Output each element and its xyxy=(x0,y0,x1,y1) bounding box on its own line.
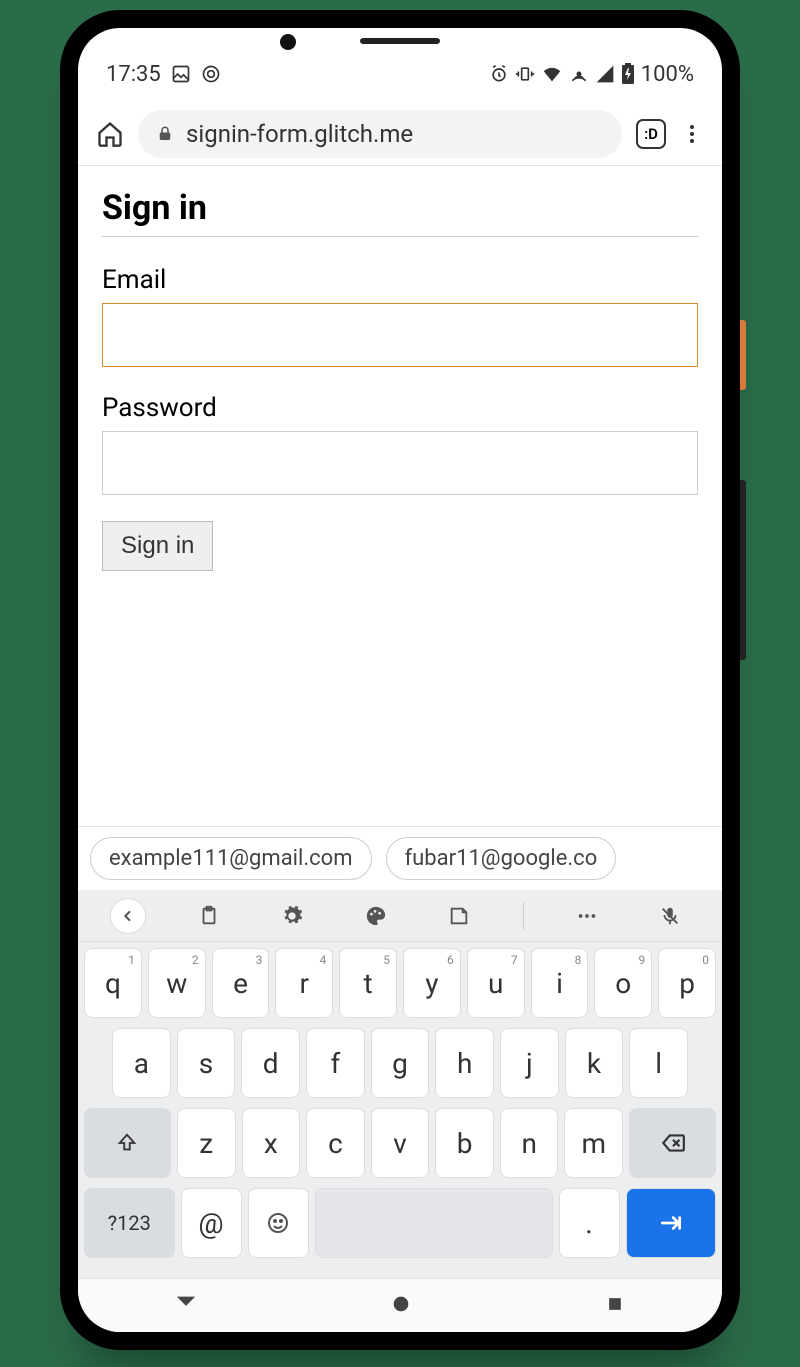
hotspot-icon xyxy=(569,64,589,84)
key-d[interactable]: d xyxy=(241,1028,300,1098)
key-z[interactable]: z xyxy=(177,1108,236,1178)
key-t[interactable]: 5t xyxy=(339,948,397,1018)
battery-charging-icon xyxy=(621,63,635,85)
keyboard-row-4: ?123 @ . xyxy=(84,1188,716,1258)
key-m[interactable]: m xyxy=(564,1108,623,1178)
autofill-suggestions: example111@gmail.com fubar11@google.co xyxy=(78,826,722,890)
home-nav-icon[interactable] xyxy=(390,1293,412,1319)
palette-icon[interactable] xyxy=(356,896,396,936)
key-q[interactable]: 1q xyxy=(84,948,142,1018)
suggestion-chip[interactable]: example111@gmail.com xyxy=(90,837,372,880)
key-s[interactable]: s xyxy=(177,1028,236,1098)
vibrate-icon xyxy=(515,64,535,84)
key-c[interactable]: c xyxy=(306,1108,365,1178)
enter-key[interactable] xyxy=(626,1188,717,1258)
shift-key[interactable] xyxy=(84,1108,171,1178)
data-saver-icon xyxy=(201,64,221,84)
key-l[interactable]: l xyxy=(629,1028,688,1098)
sticker-icon[interactable] xyxy=(439,896,479,936)
key-w[interactable]: 2w xyxy=(148,948,206,1018)
battery-level: 100% xyxy=(641,62,694,87)
password-field[interactable] xyxy=(102,431,698,495)
keyboard-row-2: asdfghjkl xyxy=(84,1028,716,1098)
alarm-icon xyxy=(489,64,509,84)
period-key[interactable]: . xyxy=(559,1188,620,1258)
page-content: Sign in Email Password Sign in xyxy=(78,166,722,826)
front-camera xyxy=(280,34,296,50)
space-key[interactable] xyxy=(315,1188,553,1258)
at-key[interactable]: @ xyxy=(181,1188,242,1258)
keyboard-toolbar xyxy=(78,890,722,942)
on-screen-keyboard: 1q2w3e4r5t6y7u8i9o0p asdfghjkl zxcvbnm ?… xyxy=(78,890,722,1278)
key-f[interactable]: f xyxy=(306,1028,365,1098)
volume-button xyxy=(740,480,746,660)
key-r[interactable]: 4r xyxy=(275,948,333,1018)
signin-button[interactable]: Sign in xyxy=(102,521,213,571)
email-label: Email xyxy=(102,265,698,295)
url-text: signin-form.glitch.me xyxy=(186,120,413,148)
clipboard-icon[interactable] xyxy=(189,896,229,936)
menu-dots-icon[interactable] xyxy=(680,122,704,146)
key-e[interactable]: 3e xyxy=(212,948,270,1018)
key-b[interactable]: b xyxy=(435,1108,494,1178)
android-navbar xyxy=(78,1278,722,1332)
key-u[interactable]: 7u xyxy=(467,948,525,1018)
signal-icon xyxy=(595,64,615,84)
keyboard-row-1: 1q2w3e4r5t6y7u8i9o0p xyxy=(84,948,716,1018)
key-n[interactable]: n xyxy=(500,1108,559,1178)
key-i[interactable]: 8i xyxy=(531,948,589,1018)
lock-icon xyxy=(156,125,174,143)
key-j[interactable]: j xyxy=(500,1028,559,1098)
image-icon xyxy=(171,64,191,84)
key-o[interactable]: 9o xyxy=(594,948,652,1018)
browser-toolbar: signin-form.glitch.me :D xyxy=(78,102,722,166)
suggestion-chip[interactable]: fubar11@google.co xyxy=(386,837,617,880)
key-v[interactable]: v xyxy=(371,1108,430,1178)
key-k[interactable]: k xyxy=(565,1028,624,1098)
key-h[interactable]: h xyxy=(435,1028,494,1098)
key-p[interactable]: 0p xyxy=(658,948,716,1018)
emoji-key[interactable] xyxy=(248,1188,309,1258)
status-time: 17:35 xyxy=(106,62,161,87)
earpiece-speaker xyxy=(360,38,440,44)
tabs-button[interactable]: :D xyxy=(636,119,666,149)
page-title: Sign in xyxy=(102,188,698,237)
recent-nav-icon[interactable] xyxy=(605,1294,625,1318)
home-icon[interactable] xyxy=(96,120,124,148)
keyboard-row-3: zxcvbnm xyxy=(84,1108,716,1178)
power-button xyxy=(740,320,746,390)
collapse-toolbar-icon[interactable] xyxy=(110,898,146,934)
backspace-key[interactable] xyxy=(629,1108,716,1178)
address-bar[interactable]: signin-form.glitch.me xyxy=(138,110,622,158)
symbols-key[interactable]: ?123 xyxy=(84,1188,175,1258)
status-bar: 17:35 xyxy=(78,46,722,102)
back-nav-icon[interactable] xyxy=(175,1293,197,1319)
wifi-icon xyxy=(541,63,563,85)
password-label: Password xyxy=(102,393,698,423)
key-a[interactable]: a xyxy=(112,1028,171,1098)
more-dots-icon[interactable] xyxy=(567,896,607,936)
gear-icon[interactable] xyxy=(272,896,312,936)
key-x[interactable]: x xyxy=(242,1108,301,1178)
email-field[interactable] xyxy=(102,303,698,367)
key-g[interactable]: g xyxy=(371,1028,430,1098)
mic-off-icon[interactable] xyxy=(650,896,690,936)
key-y[interactable]: 6y xyxy=(403,948,461,1018)
toolbar-divider xyxy=(523,902,524,930)
